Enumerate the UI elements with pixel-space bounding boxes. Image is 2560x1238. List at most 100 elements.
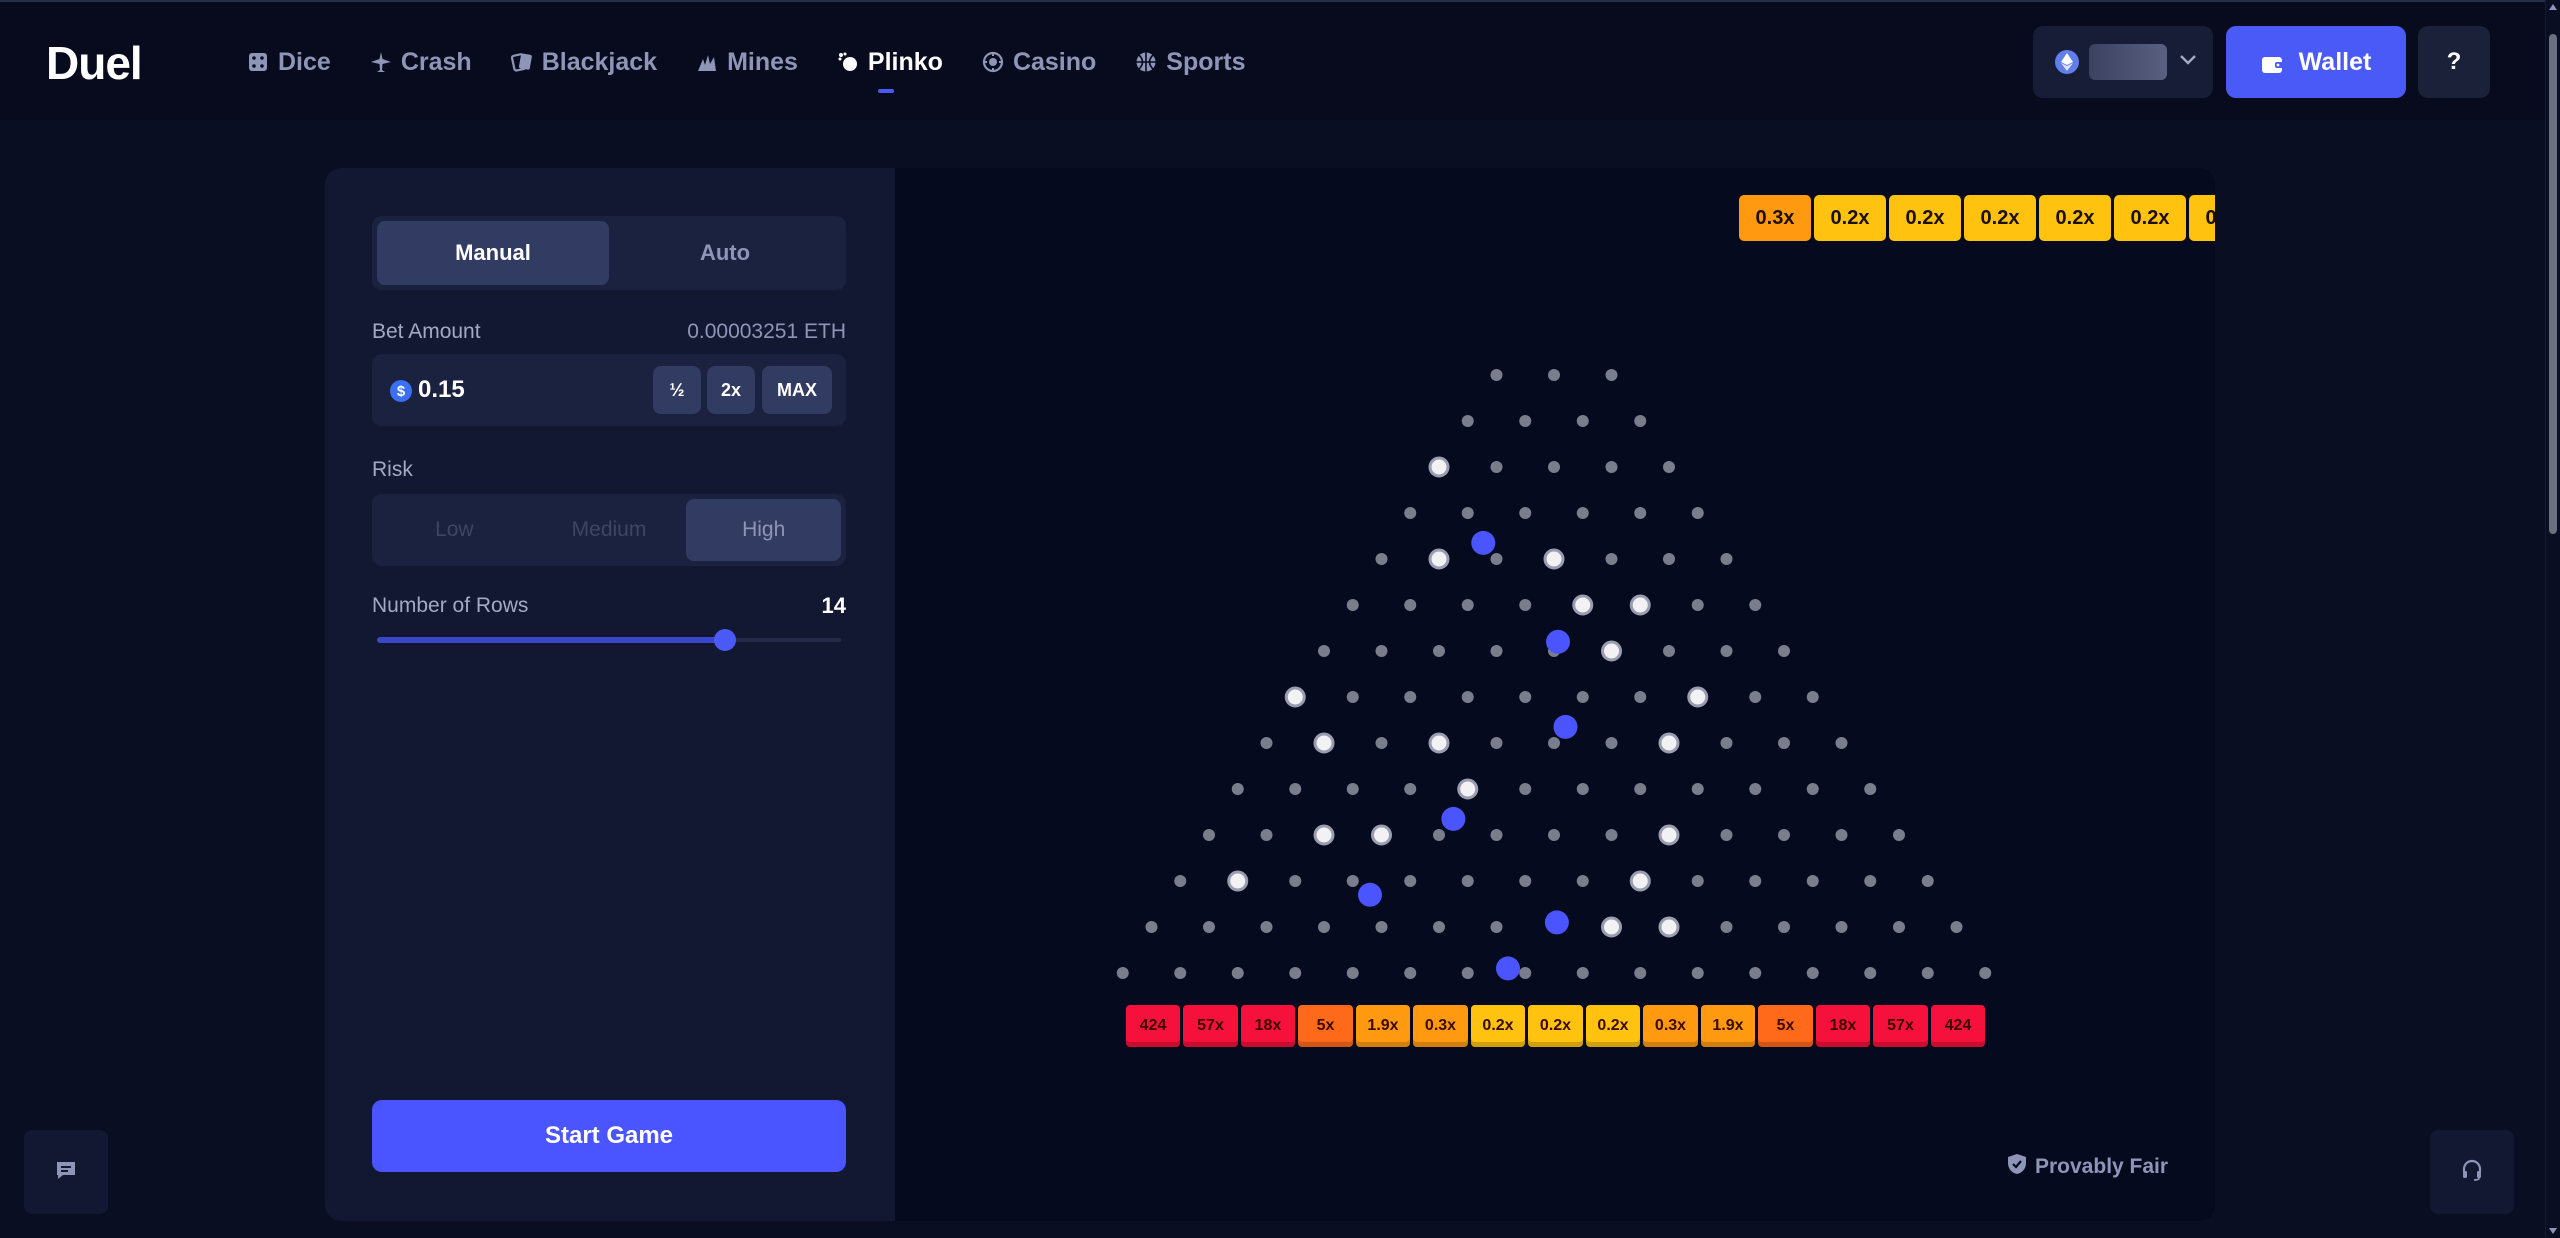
peg (1720, 553, 1733, 565)
peg (1490, 645, 1503, 657)
hit-peg (1572, 594, 1594, 616)
multiplier-slot: 57x (1183, 1005, 1238, 1047)
hit-peg (1543, 548, 1565, 570)
peg (1864, 967, 1877, 979)
peg (1691, 599, 1704, 611)
nav-mines[interactable]: Mines (695, 2, 798, 122)
peg (1490, 829, 1503, 841)
nav-crash[interactable]: Crash (369, 2, 472, 122)
hit-peg (1687, 686, 1709, 708)
hit-peg (1658, 824, 1680, 846)
peg (1749, 783, 1762, 795)
plinko-game: Manual Auto Bet Amount 0.00003251 ETH $ … (325, 168, 2215, 1221)
scroll-down-arrow[interactable] (2549, 1228, 2557, 1234)
peg (1691, 967, 1704, 979)
peg (1346, 783, 1359, 795)
ball (1496, 956, 1520, 981)
help-button[interactable]: ? (2418, 26, 2490, 98)
nav-sports-label: Sports (1166, 47, 1246, 76)
peg (1806, 783, 1819, 795)
peg (1490, 369, 1503, 381)
peg (1375, 737, 1388, 749)
peg (1691, 875, 1704, 887)
peg (1346, 967, 1359, 979)
peg (1778, 737, 1790, 749)
nav-casino[interactable]: Casino (981, 2, 1096, 122)
peg (1634, 783, 1647, 795)
nav-plinko[interactable]: Plinko (836, 2, 943, 122)
ball (1546, 629, 1571, 654)
peg (1950, 921, 1963, 933)
peg (1576, 875, 1589, 887)
peg (1835, 829, 1848, 841)
peg (1806, 691, 1819, 703)
peg (1548, 369, 1560, 381)
peg (1174, 967, 1187, 979)
multiplier-slot: 1.9x (1700, 1005, 1756, 1047)
peg (1490, 921, 1503, 933)
nav-blackjack[interactable]: Blackjack (510, 2, 657, 122)
peg (1433, 921, 1445, 933)
support-button[interactable] (2430, 1130, 2514, 1214)
nav-dice-label: Dice (278, 47, 331, 76)
peg (1346, 599, 1359, 611)
peg (1519, 507, 1532, 519)
peg (1461, 691, 1474, 703)
peg (1605, 369, 1618, 381)
peg (1835, 921, 1848, 933)
peg (1576, 415, 1589, 427)
hit-peg (1428, 456, 1450, 478)
peg (1174, 875, 1187, 887)
peg (1921, 875, 1934, 887)
hit-peg (1601, 640, 1622, 662)
peg (1605, 553, 1618, 565)
blurred-balance (2089, 44, 2167, 80)
peg (1835, 737, 1848, 749)
nav-dice[interactable]: Dice (246, 2, 331, 122)
duel-logo[interactable]: Duel (46, 36, 143, 90)
scroll-thumb[interactable] (2549, 34, 2557, 534)
peg (1519, 599, 1532, 611)
peg (1605, 737, 1618, 749)
nav-sports[interactable]: Sports (1134, 2, 1245, 122)
wallet-button[interactable]: Wallet (2226, 26, 2406, 98)
nav-casino-label: Casino (1012, 47, 1097, 76)
game-nav: Dice Crash Blackjack Mines Plinko Casino… (246, 2, 1283, 122)
peg (1519, 691, 1532, 703)
scroll-up-arrow[interactable] (2549, 4, 2557, 10)
peg (1864, 875, 1877, 887)
page-scrollbar[interactable] (2545, 0, 2560, 1238)
headset-icon (2460, 1158, 2484, 1187)
peg (1691, 507, 1704, 519)
peg (1231, 783, 1244, 795)
peg (1605, 461, 1618, 473)
peg (1806, 875, 1819, 887)
peg (1519, 783, 1532, 795)
multiplier-slot: 1.9x (1355, 1005, 1411, 1047)
peg (1663, 553, 1675, 565)
casino-chip-icon (981, 50, 1005, 74)
peg (1461, 507, 1474, 519)
provably-fair-link[interactable]: Provably Fair (2007, 1153, 2168, 1181)
peg (1720, 645, 1733, 657)
multiplier-slot: 5x (1758, 1005, 1813, 1047)
ball (1544, 910, 1569, 935)
plinko-board (1116, 369, 1992, 981)
hit-peg (1313, 824, 1335, 846)
peg (1634, 415, 1647, 427)
hit-peg (1371, 824, 1392, 846)
peg (1461, 599, 1474, 611)
peg (1404, 967, 1417, 979)
peg (1519, 967, 1532, 979)
multiplier-slot: 424 (1125, 1005, 1181, 1047)
basketball-icon (1134, 50, 1158, 74)
currency-selector[interactable] (2033, 26, 2213, 98)
multiplier-slot: 0.2x (1585, 1005, 1641, 1047)
peg (1404, 783, 1417, 795)
peg (1548, 461, 1560, 473)
hit-peg (1227, 870, 1249, 892)
peg (1404, 599, 1417, 611)
peg (1203, 829, 1215, 841)
multiplier-slot: 57x (1873, 1005, 1928, 1047)
chat-button[interactable] (24, 1130, 108, 1214)
